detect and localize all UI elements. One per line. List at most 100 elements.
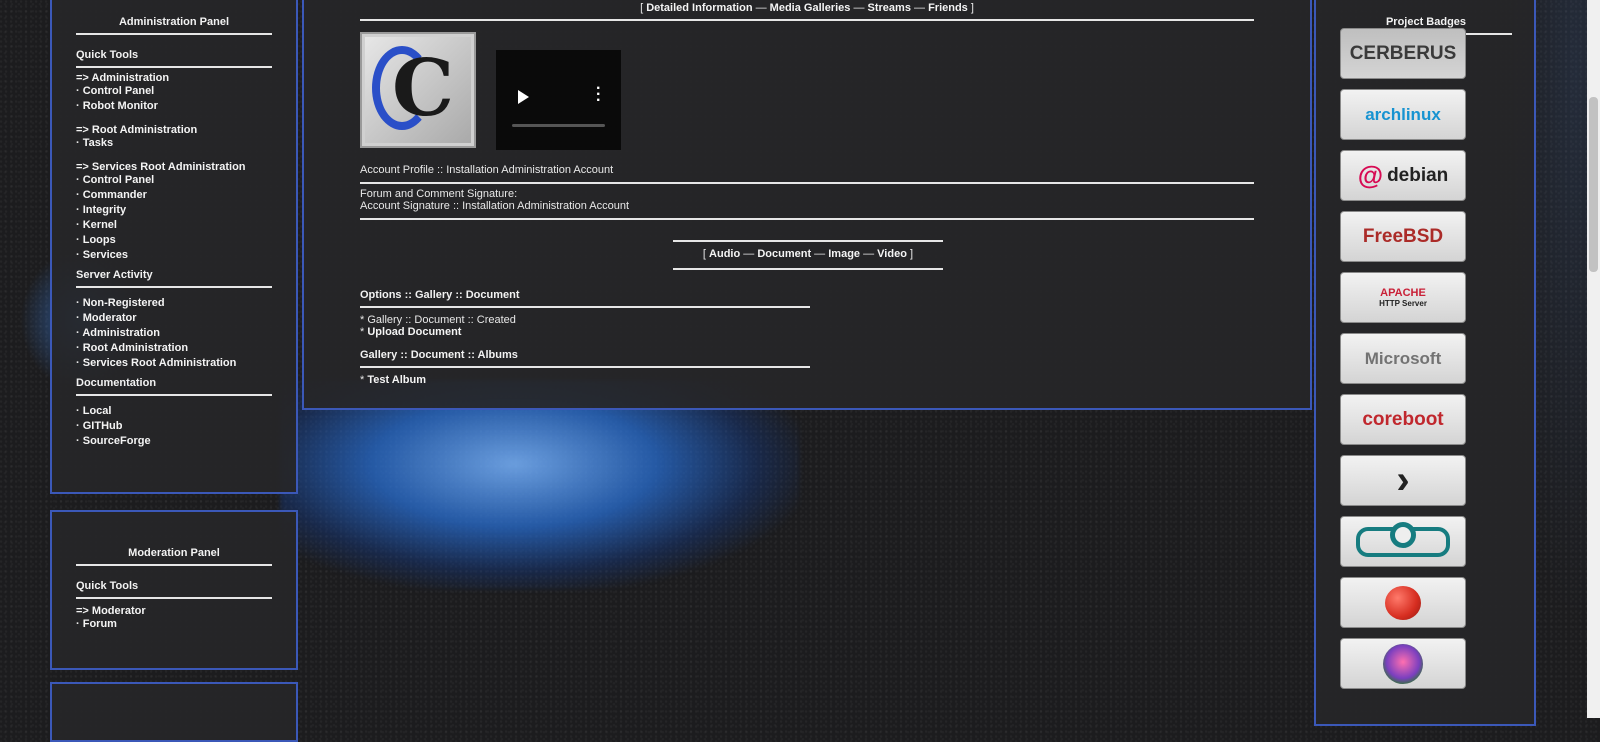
quick-tools-item: Control Panel	[76, 173, 272, 188]
quick-tools-group-header: => Administration	[76, 72, 272, 84]
documentation-item: Local	[76, 404, 272, 419]
tomato-logo-icon	[1341, 578, 1465, 627]
upload-document-link[interactable]: Upload Document	[367, 326, 461, 338]
badge-label: debian	[1387, 164, 1449, 186]
microsoft-badge[interactable]: Microsoft	[1340, 333, 1466, 384]
quick-tools-item: Robot Monitor	[76, 99, 272, 114]
debian-badge[interactable]: @ debian	[1340, 150, 1466, 201]
documentation-github-link[interactable]: GITHub	[83, 420, 123, 432]
administration-link[interactable]: => Administration	[76, 72, 169, 84]
server-activity-administration-link[interactable]: Administration	[82, 327, 160, 339]
quick-tools-item: Commander	[76, 188, 272, 203]
quick-tools-group: => AdministrationControl Panel Robot Moni…	[76, 72, 272, 114]
services-root-administration-link[interactable]: => Services Root Administration	[76, 161, 246, 173]
root-administration-link[interactable]: => Root Administration	[76, 124, 197, 136]
quick-tools-item: Services	[76, 248, 272, 263]
signature-value: Account Signature :: Installation Admini…	[360, 200, 630, 212]
tab-document[interactable]: Document	[757, 248, 811, 260]
badge-sublabel: HTTP Server	[1379, 299, 1427, 308]
options-item: * Gallery :: Document :: Created	[360, 314, 516, 326]
coreboot-logo-icon: coreboot	[1341, 395, 1465, 444]
server-activity-list: Non-Registered Moderator Administration Roo…	[76, 296, 272, 371]
documentation-sourceforge-link[interactable]: SourceForge	[83, 435, 151, 447]
moderation-forum-link[interactable]: Forum	[83, 618, 117, 630]
debian-swirl-icon: @	[1357, 160, 1384, 190]
nav-detailed-information[interactable]: Detailed Information	[646, 2, 752, 14]
server-activity-non-registered-link[interactable]: Non-Registered	[83, 297, 165, 309]
options-item: * Upload Document	[360, 326, 516, 338]
cerberus-badge[interactable]: CERBERUS	[1340, 28, 1466, 79]
apache-badge[interactable]: APACHE HTTP Server	[1340, 272, 1466, 323]
badge-label: CERBERUS	[1349, 42, 1457, 64]
nav-media-galleries[interactable]: Media Galleries	[770, 2, 851, 14]
server-activity-services-root-administration-link[interactable]: Services Root Administration	[83, 357, 237, 369]
bracket-close: ]	[906, 248, 914, 260]
freebsd-logo-icon: FreeBSD	[1341, 212, 1465, 261]
play-icon[interactable]	[518, 90, 529, 104]
apache-logo-icon: APACHE HTTP Server	[1341, 273, 1465, 322]
tab-audio[interactable]: Audio	[709, 248, 740, 260]
quick-tools-item: Integrity	[76, 203, 272, 218]
nav-separator: —	[811, 248, 829, 260]
loops-link[interactable]: Loops	[83, 234, 116, 246]
nav-separator: —	[860, 248, 878, 260]
quick-tools-group-header: => Services Root Administration	[76, 161, 272, 173]
badge-label: coreboot	[1362, 408, 1444, 430]
page-scrollbar-thumb[interactable]	[1589, 97, 1598, 272]
test-album-link[interactable]: Test Album	[367, 374, 426, 386]
documentation-local-link[interactable]: Local	[83, 405, 112, 417]
profile-top-nav: [ Detailed Information — Media Galleries…	[360, 2, 1254, 21]
control-panel-link[interactable]: Control Panel	[83, 85, 155, 97]
server-activity-item: Non-Registered	[76, 296, 272, 311]
video-progress-bar[interactable]	[512, 124, 605, 127]
options-item-text: Gallery :: Document :: Created	[367, 314, 516, 326]
moderation-list: Forum	[76, 617, 272, 632]
project-badges-panel: Project Badges CERBERUS archlinux @ debian F…	[1314, 0, 1536, 726]
archlinux-badge[interactable]: archlinux	[1340, 89, 1466, 140]
coreboot-badge[interactable]: coreboot	[1340, 394, 1466, 445]
moderation-item: Forum	[76, 617, 272, 632]
tab-video[interactable]: Video	[877, 248, 907, 260]
kernel-link[interactable]: Kernel	[83, 219, 117, 231]
lotus-badge[interactable]	[1340, 638, 1466, 689]
microsoft-logo-icon: Microsoft	[1341, 334, 1465, 383]
commander-link[interactable]: Commander	[83, 189, 147, 201]
documentation-heading: Documentation	[76, 377, 272, 396]
quick-tools-group-header: => Root Administration	[76, 124, 272, 136]
video-player[interactable]: · · ·	[496, 50, 621, 150]
debian-logo-icon: @ debian	[1341, 151, 1465, 200]
server-activity-moderator-link[interactable]: Moderator	[83, 312, 137, 324]
administration-panel: Administration Panel Quick Tools => Admi…	[50, 0, 298, 494]
options-heading: Options :: Gallery :: Document	[360, 289, 810, 308]
badge-label: APACHE HTTP Server	[1379, 287, 1427, 308]
tomato-badge[interactable]	[1340, 577, 1466, 628]
documentation-item: SourceForge	[76, 434, 272, 449]
administration-panel-title: Administration Panel	[76, 16, 272, 35]
nav-streams[interactable]: Streams	[868, 2, 911, 14]
more-options-icon[interactable]: · · ·	[596, 81, 601, 109]
nav-friends[interactable]: Friends	[928, 2, 968, 14]
moderator-link[interactable]: => Moderator	[76, 605, 146, 617]
documentation-item: GITHub	[76, 419, 272, 434]
terminal-arrow-logo-icon: ›	[1341, 456, 1465, 505]
albums-heading: Gallery :: Document :: Albums	[360, 349, 810, 368]
badge-label: Microsoft	[1364, 348, 1442, 368]
quick-tools-group: => Services Root AdministrationControl P…	[76, 161, 272, 263]
robot-monitor-link[interactable]: Robot Monitor	[83, 100, 158, 112]
nav-separator: —	[752, 2, 770, 14]
integrity-link[interactable]: Integrity	[83, 204, 126, 216]
additional-panel	[50, 682, 298, 742]
server-activity-root-administration-link[interactable]: Root Administration	[83, 342, 188, 354]
control-panel-link[interactable]: Control Panel	[83, 174, 155, 186]
terminal-arrow-badge[interactable]: ›	[1340, 455, 1466, 506]
services-link[interactable]: Services	[83, 249, 128, 261]
nav-separator: —	[910, 2, 929, 14]
freebsd-badge[interactable]: FreeBSD	[1340, 211, 1466, 262]
quick-tools-item: Loops	[76, 233, 272, 248]
avatar[interactable]: C	[360, 32, 476, 148]
tasks-link[interactable]: Tasks	[83, 137, 113, 149]
options-list: * Gallery :: Document :: Created * Upload…	[360, 314, 516, 338]
server-activity-item: Services Root Administration	[76, 356, 272, 371]
tab-image[interactable]: Image	[828, 248, 860, 260]
lineage-badge[interactable]	[1340, 516, 1466, 567]
